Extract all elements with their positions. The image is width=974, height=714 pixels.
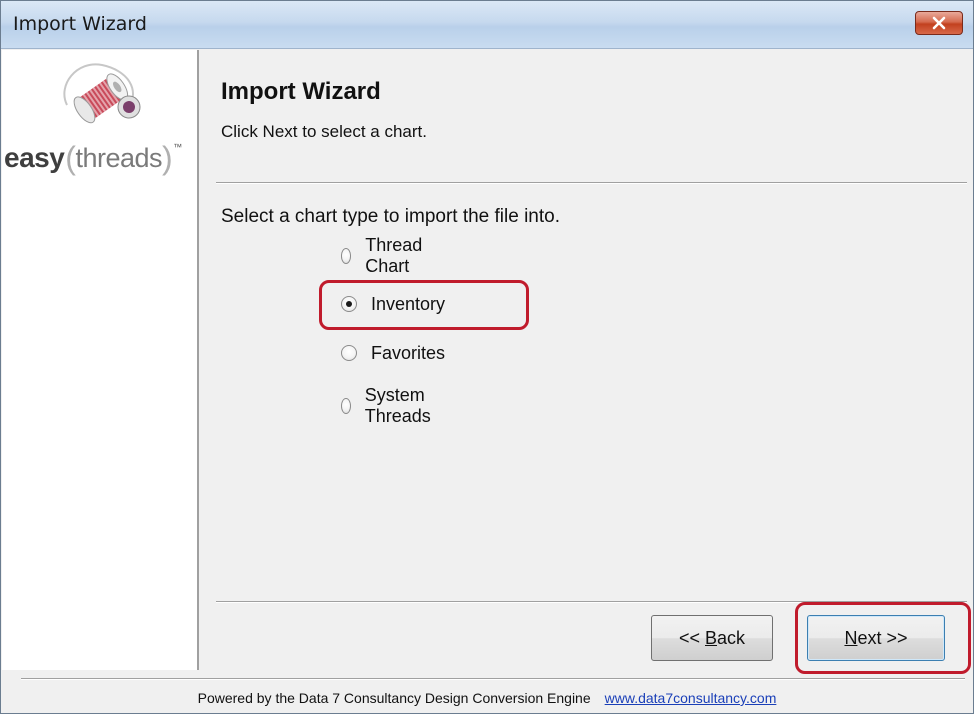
radio-system-threads[interactable]: System Threads: [341, 385, 437, 426]
import-wizard-window: Import Wizard easy (threads) ™ Import …: [0, 0, 974, 714]
next-highlight-annotation: [795, 602, 971, 674]
close-icon: [932, 16, 946, 30]
back-mnemonic: B: [705, 627, 718, 648]
logo-panel: easy ( threads ) ™: [2, 50, 199, 670]
radio-thread-chart[interactable]: Thread Chart: [341, 235, 428, 276]
radio-label: System Threads: [364, 385, 431, 426]
close-button[interactable]: [915, 11, 963, 35]
back-rest: ack: [717, 627, 746, 648]
page-subtitle: Click Next to select a chart.: [221, 122, 427, 141]
back-button[interactable]: << Back: [651, 615, 773, 661]
radio-label: Thread Chart: [365, 235, 423, 276]
inventory-highlight-annotation: [319, 280, 529, 330]
radio-favorites[interactable]: Favorites: [341, 338, 445, 368]
wizard-header: Import Wizard Click Next to select a cha…: [201, 50, 973, 180]
header-divider: [216, 182, 967, 184]
easy-threads-logo: easy ( threads ) ™: [2, 138, 199, 178]
logo-paren-open: (: [65, 139, 76, 176]
thread-spool-icon: [63, 63, 141, 124]
logo-paren-close: ): [162, 139, 173, 176]
window-title: Import Wizard: [13, 13, 147, 35]
radio-button-unchecked[interactable]: [341, 248, 352, 264]
chart-type-prompt: Select a chart type to import the file i…: [221, 206, 561, 227]
title-bar[interactable]: Import Wizard: [1, 1, 973, 49]
radio-button-unchecked[interactable]: [341, 345, 357, 361]
radio-label: Favorites: [371, 342, 446, 363]
trademark-symbol: ™: [173, 141, 182, 152]
radio-button-unchecked[interactable]: [341, 398, 351, 414]
back-prefix: <<: [678, 627, 705, 648]
footer-credit-text: Powered by the Data 7 Consultancy Design…: [197, 690, 591, 706]
footer-website-link[interactable]: www.data7consultancy.com: [605, 690, 777, 706]
logo-word-threads-group: ( threads ) ™: [65, 139, 182, 177]
footer-divider: [21, 678, 965, 680]
logo-word-easy: easy: [4, 142, 65, 173]
footer: Powered by the Data 7 Consultancy Design…: [1, 685, 973, 711]
logo-word-threads: threads: [75, 142, 163, 173]
page-title: Import Wizard: [221, 78, 381, 105]
